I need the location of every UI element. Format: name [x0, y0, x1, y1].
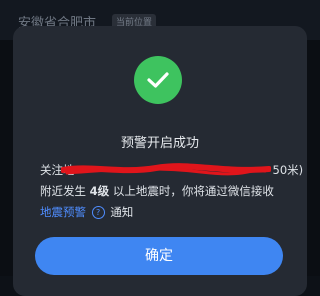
redaction-scribble [61, 163, 271, 176]
alert-description-suffix: 以上地震时，你将通过微信接收 [112, 184, 274, 198]
alert-link-line: 地震预警 ? 通知 [40, 204, 300, 220]
success-check-icon [134, 56, 182, 104]
dialog-title: 预警开启成功 [120, 136, 199, 151]
magnitude-value: 4级 [89, 184, 110, 198]
success-dialog: 预警开启成功 关注地 50米) 附近发生 4级 以上地震时，你将通过微信接收 地震… [13, 26, 307, 296]
notify-suffix: 通知 [110, 205, 134, 219]
help-icon[interactable]: ? [91, 206, 105, 219]
alert-description-line: 附近发生 4级 以上地震时，你将通过微信接收 [40, 183, 300, 199]
confirm-button[interactable]: 确定 [35, 237, 283, 275]
alert-description-prefix: 附近发生 [40, 184, 86, 198]
focus-location-suffix: 50米) [272, 163, 304, 177]
earthquake-alert-link[interactable]: 地震预警 [40, 205, 86, 219]
